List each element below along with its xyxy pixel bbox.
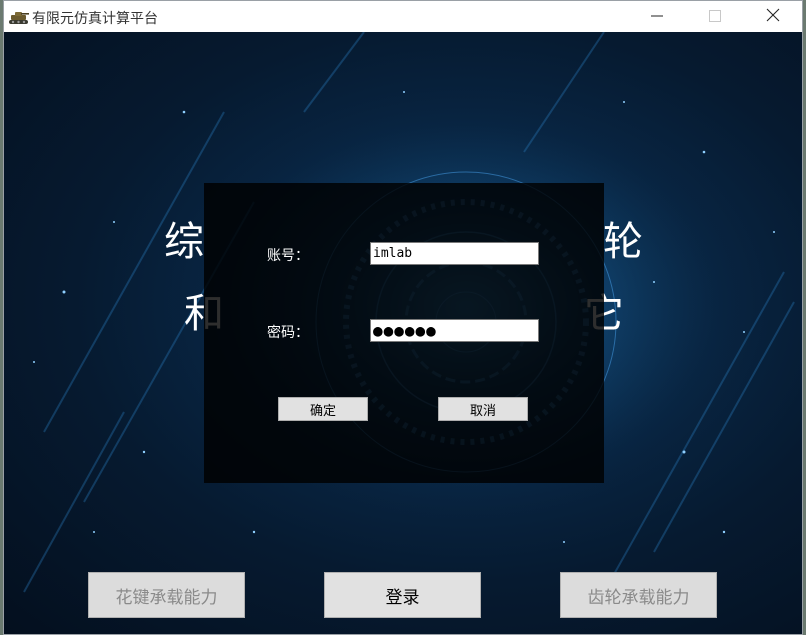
- maximize-button[interactable]: [692, 1, 738, 32]
- gear-capacity-button[interactable]: 齿轮承载能力: [560, 572, 717, 618]
- account-label: 账号：: [267, 248, 309, 264]
- minimize-button[interactable]: [634, 1, 680, 32]
- password-label: 密码：: [267, 325, 309, 341]
- account-input[interactable]: [370, 242, 539, 265]
- cancel-button[interactable]: 取消: [438, 397, 528, 421]
- heading-right-top: 轮: [603, 219, 643, 265]
- main-client-area: 综 和 轮 它 账号： 密码： 确定 取消 花键承载能力 登录 齿轮承载能力: [4, 32, 802, 634]
- maximize-icon: [709, 7, 721, 26]
- minimize-icon: [651, 7, 663, 26]
- confirm-button[interactable]: 确定: [278, 397, 368, 421]
- tank-icon: [8, 9, 30, 25]
- close-icon: [766, 7, 780, 26]
- login-button[interactable]: 登录: [324, 572, 481, 618]
- login-dialog: 账号： 密码： 确定 取消: [204, 183, 604, 483]
- title-bar[interactable]: 有限元仿真计算平台: [4, 1, 802, 32]
- close-button[interactable]: [750, 1, 796, 32]
- password-input[interactable]: [370, 319, 539, 342]
- window-title: 有限元仿真计算平台: [32, 11, 158, 27]
- spline-capacity-button[interactable]: 花键承载能力: [88, 572, 245, 618]
- app-window: 有限元仿真计算平台 综 轮 它 账号： imlab 密码： ●●●●●● 确定 …: [3, 0, 803, 635]
- heading-left-top: 综: [164, 219, 204, 265]
